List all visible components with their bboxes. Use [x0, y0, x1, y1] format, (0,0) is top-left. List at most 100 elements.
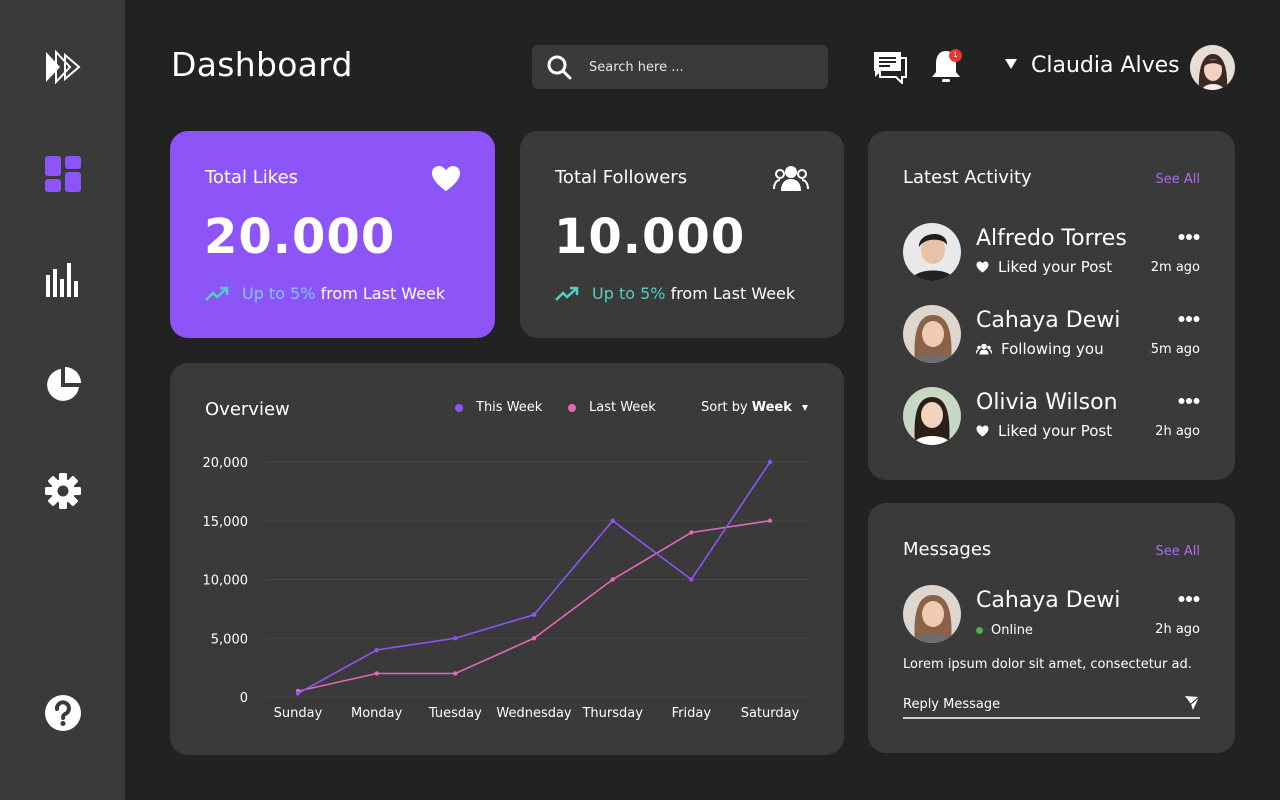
- send-icon[interactable]: [1184, 695, 1200, 711]
- activity-name: Cahaya Dewi: [976, 308, 1121, 333]
- data-point: [531, 612, 537, 617]
- message-item[interactable]: Cahaya Dewi Online 2h ago: [903, 585, 1200, 645]
- message-status: Online: [976, 623, 1033, 638]
- data-point: [767, 459, 773, 465]
- x-tick-label: Saturday: [741, 706, 800, 721]
- search-bar[interactable]: [532, 45, 828, 89]
- followers-value: 10.000: [554, 209, 746, 265]
- activity-time: 2h ago: [1155, 424, 1200, 439]
- x-tick-label: Sunday: [274, 706, 323, 721]
- activity-title: Latest Activity: [903, 167, 1032, 188]
- data-point: [610, 577, 615, 582]
- user-name[interactable]: Claudia Alves: [1031, 53, 1180, 78]
- trend-up-icon: [555, 286, 579, 301]
- activity-action: Liked your Post: [976, 258, 1112, 276]
- user-menu-caret-icon[interactable]: [1005, 59, 1017, 69]
- message-sender-name: Cahaya Dewi: [976, 588, 1121, 613]
- activity-action: Following you: [976, 340, 1104, 358]
- activity-item[interactable]: Cahaya Dewi Following you 5m ago: [903, 305, 1200, 365]
- likes-value: 20.000: [204, 209, 396, 265]
- overview-line-chart: 0 5,000 10,000 15,000 20,000 Sunday Monday Tues…: [203, 456, 808, 721]
- search-input[interactable]: [589, 59, 809, 75]
- series-line: [297, 519, 771, 692]
- total-followers-card: Total Followers 10.000 Up to 5% from Las…: [520, 131, 844, 338]
- x-tick-label: Friday: [672, 706, 712, 721]
- x-tick-label: Monday: [351, 706, 403, 721]
- overview-card: Overview This Week Last Week Sort by Wee…: [170, 363, 844, 755]
- activity-time: 2m ago: [1150, 260, 1200, 275]
- message-status-text: Online: [991, 623, 1033, 638]
- message-time: 2h ago: [1155, 622, 1200, 637]
- data-point: [531, 636, 537, 641]
- data-point: [610, 518, 615, 523]
- activity-name: Olivia Wilson: [976, 390, 1118, 415]
- y-tick-label: 10,000: [203, 574, 249, 589]
- message-text: Lorem ipsum dolor sit amet, consectetur …: [903, 657, 1192, 672]
- activity-action-text: Liked your Post: [998, 258, 1113, 276]
- likes-trend: Up to 5% from Last Week: [205, 284, 445, 303]
- notification-badge: 1: [949, 49, 962, 62]
- messages-card: Messages See All Cahaya Dewi Online 2h a…: [868, 503, 1235, 753]
- activity-item[interactable]: Alfredo Torres Liked your Post 2m ago: [903, 223, 1200, 283]
- followers-trend-text: from Last Week: [665, 284, 796, 303]
- y-tick-label: 20,000: [203, 456, 249, 471]
- messages-see-all-link[interactable]: See All: [1156, 544, 1201, 559]
- activity-see-all-link[interactable]: See All: [1156, 172, 1201, 187]
- activity-time: 5m ago: [1150, 342, 1200, 357]
- x-tick-label: Wednesday: [496, 706, 572, 721]
- likes-trend-text: from Last Week: [315, 284, 446, 303]
- avatar: [903, 387, 961, 445]
- reply-field[interactable]: [903, 693, 1200, 719]
- data-point: [453, 636, 458, 641]
- chat-icon[interactable]: [872, 50, 908, 84]
- activity-action-text: Liked your Post: [998, 422, 1113, 440]
- bar-chart-icon[interactable]: [44, 260, 82, 298]
- trend-up-icon: [205, 286, 229, 301]
- latest-activity-card: Latest Activity See All Alfredo Torres L…: [868, 131, 1235, 480]
- online-status-dot: [976, 627, 983, 634]
- data-point: [453, 671, 458, 676]
- data-point: [689, 577, 694, 582]
- reply-input[interactable]: [903, 697, 1163, 712]
- more-icon[interactable]: [1178, 315, 1200, 323]
- followers-title: Total Followers: [555, 167, 688, 188]
- logo-icon[interactable]: [44, 48, 82, 86]
- data-point: [374, 671, 379, 676]
- users-icon: [773, 166, 809, 191]
- more-icon[interactable]: [1178, 595, 1200, 603]
- likes-title: Total Likes: [205, 167, 299, 188]
- messages-title: Messages: [903, 539, 992, 560]
- data-point: [689, 530, 694, 535]
- data-point: [374, 647, 379, 653]
- avatar: [903, 223, 961, 281]
- activity-action-text: Following you: [1001, 340, 1104, 358]
- activity-action: Liked your Post: [976, 422, 1112, 440]
- x-tick-label: Tuesday: [428, 706, 482, 721]
- gear-icon[interactable]: [44, 472, 82, 510]
- likes-trend-highlight: Up to 5%: [242, 284, 316, 303]
- dashboard-icon[interactable]: [44, 155, 82, 193]
- more-icon[interactable]: [1178, 233, 1200, 241]
- total-likes-card: Total Likes 20.000 Up to 5% from Last We…: [170, 131, 495, 338]
- search-icon: [547, 55, 572, 80]
- avatar: [903, 585, 961, 643]
- activity-name: Alfredo Torres: [976, 226, 1127, 251]
- more-icon[interactable]: [1178, 397, 1200, 405]
- heart-icon: [976, 261, 989, 273]
- y-tick-label: 15,000: [203, 515, 249, 530]
- help-icon[interactable]: [44, 694, 82, 732]
- heart-icon: [976, 425, 989, 437]
- y-tick-label: 5,000: [211, 632, 248, 647]
- page-title: Dashboard: [171, 45, 353, 84]
- y-tick-label: 0: [240, 691, 248, 706]
- heart-icon: [432, 166, 460, 191]
- followers-trend-highlight: Up to 5%: [592, 284, 666, 303]
- pie-chart-icon[interactable]: [44, 366, 82, 404]
- activity-item[interactable]: Olivia Wilson Liked your Post 2h ago: [903, 387, 1200, 447]
- x-tick-label: Thursday: [581, 706, 643, 721]
- avatar: [903, 305, 961, 363]
- series-line: [297, 461, 771, 695]
- data-point: [767, 518, 773, 523]
- user-avatar[interactable]: [1190, 45, 1235, 90]
- users-icon: [976, 343, 992, 355]
